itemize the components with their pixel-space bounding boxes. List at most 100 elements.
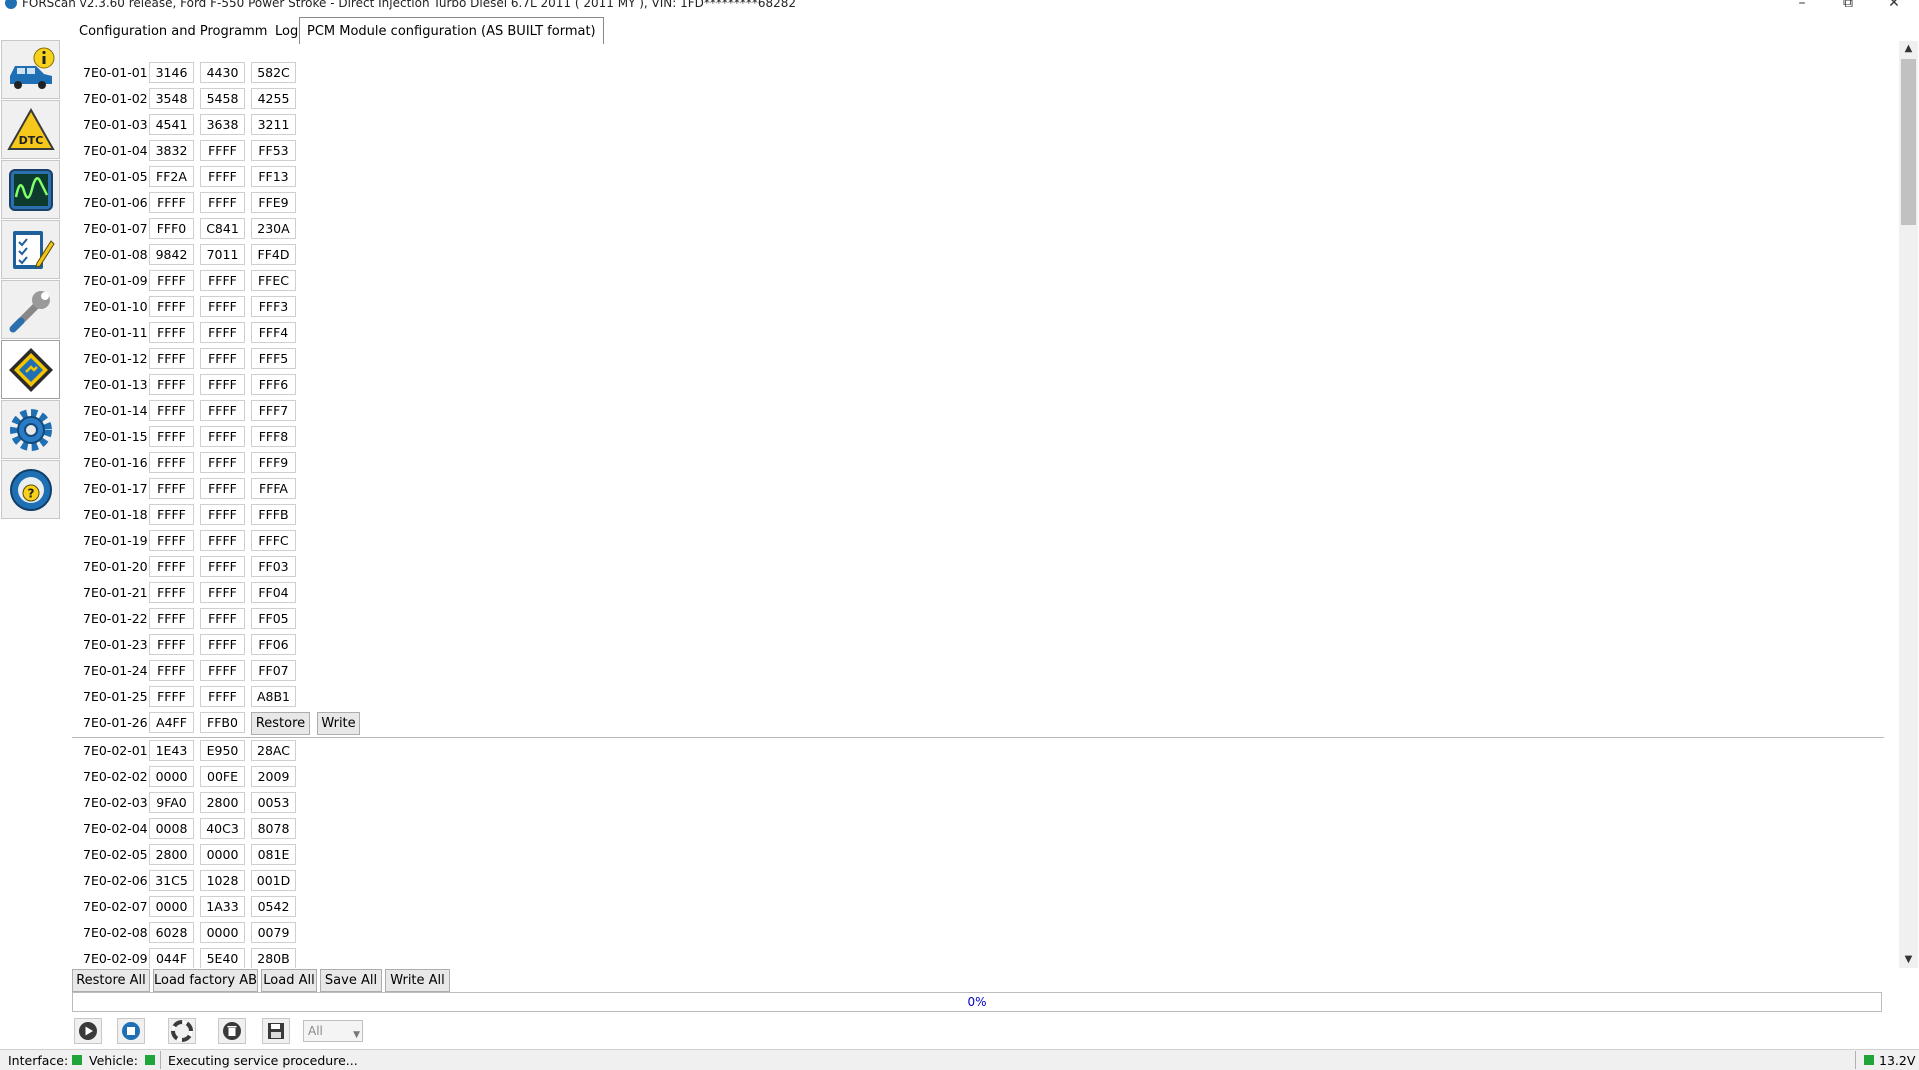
asbuilt-value-field[interactable]: FFFF [149,634,194,655]
asbuilt-value-field[interactable]: FFFB [251,504,296,525]
asbuilt-value-field[interactable]: 00FE [200,766,245,787]
asbuilt-value-field[interactable]: FFF0 [149,218,194,239]
asbuilt-value-field[interactable]: 1E43 [149,740,194,761]
stop-button[interactable] [117,1018,145,1044]
asbuilt-value-field[interactable]: FFE9 [251,192,296,213]
asbuilt-value-field[interactable]: FFFF [149,478,194,499]
asbuilt-value-field[interactable]: FFFF [200,556,245,577]
asbuilt-value-field[interactable]: FFFA [251,478,296,499]
asbuilt-value-field[interactable]: FF03 [251,556,296,577]
asbuilt-value-field[interactable]: FFF8 [251,426,296,447]
asbuilt-value-field[interactable]: FFFF [200,582,245,603]
restore-button[interactable]: Restore [251,712,310,735]
sidebar-checklist-button[interactable] [1,220,60,279]
asbuilt-value-field[interactable]: FFFF [200,686,245,707]
asbuilt-value-field[interactable]: FFFF [200,634,245,655]
asbuilt-value-field[interactable]: 280B [251,948,296,968]
asbuilt-value-field[interactable]: 044F [149,948,194,968]
scrollbar-thumb[interactable] [1901,59,1916,225]
clear-button[interactable] [218,1018,246,1044]
asbuilt-value-field[interactable]: FFF4 [251,322,296,343]
sidebar-help-button[interactable]: ? [1,460,60,519]
asbuilt-value-field[interactable]: FFFF [149,686,194,707]
asbuilt-value-field[interactable]: 2800 [200,792,245,813]
asbuilt-value-field[interactable]: FFFF [149,400,194,421]
asbuilt-value-field[interactable]: 31C5 [149,870,194,891]
asbuilt-value-field[interactable]: FF07 [251,660,296,681]
asbuilt-value-field[interactable]: 0079 [251,922,296,943]
asbuilt-value-field[interactable]: A8B1 [251,686,296,707]
asbuilt-value-field[interactable]: 5458 [200,88,245,109]
asbuilt-value-field[interactable]: FFFF [149,582,194,603]
load-all-button[interactable]: Load All [261,969,317,992]
asbuilt-value-field[interactable]: 7011 [200,244,245,265]
asbuilt-value-field[interactable]: 081E [251,844,296,865]
asbuilt-value-field[interactable]: FFF3 [251,296,296,317]
asbuilt-value-field[interactable]: FFB0 [200,712,245,733]
sidebar-service-functions-button[interactable] [1,280,60,339]
sidebar-dtc-button[interactable]: DTC [1,100,60,159]
asbuilt-value-field[interactable]: E950 [200,740,245,761]
asbuilt-value-field[interactable]: FFEC [251,270,296,291]
asbuilt-value-field[interactable]: 3638 [200,114,245,135]
asbuilt-value-field[interactable]: FFFF [200,426,245,447]
asbuilt-value-field[interactable]: FFFF [149,556,194,577]
sidebar-module-programming-button[interactable] [1,340,60,399]
asbuilt-value-field[interactable]: 0000 [200,844,245,865]
asbuilt-value-field[interactable]: 0000 [149,766,194,787]
asbuilt-value-field[interactable]: 3211 [251,114,296,135]
asbuilt-value-field[interactable]: FFFF [149,504,194,525]
asbuilt-value-field[interactable]: 3832 [149,140,194,161]
asbuilt-value-field[interactable]: C841 [200,218,245,239]
write-all-button[interactable]: Write All [385,969,450,992]
asbuilt-value-field[interactable]: 9842 [149,244,194,265]
asbuilt-value-field[interactable]: 28AC [251,740,296,761]
asbuilt-value-field[interactable]: 3146 [149,62,194,83]
asbuilt-value-field[interactable]: 1A33 [200,896,245,917]
help-lifebuoy-button[interactable] [168,1018,196,1044]
maximize-icon[interactable]: ⧉ [1838,0,1858,11]
asbuilt-value-field[interactable]: 6028 [149,922,194,943]
asbuilt-value-field[interactable]: 0000 [200,922,245,943]
asbuilt-value-field[interactable]: FFFF [149,374,194,395]
asbuilt-value-field[interactable]: FF05 [251,608,296,629]
asbuilt-value-field[interactable]: 0542 [251,896,296,917]
asbuilt-value-field[interactable]: FF53 [251,140,296,161]
asbuilt-value-field[interactable]: 0000 [149,896,194,917]
asbuilt-value-field[interactable]: FFF6 [251,374,296,395]
asbuilt-value-field[interactable]: 40C3 [200,818,245,839]
asbuilt-value-field[interactable]: 9FA0 [149,792,194,813]
asbuilt-value-field[interactable]: 8078 [251,818,296,839]
filter-select[interactable]: All ▼ [303,1020,363,1042]
asbuilt-value-field[interactable]: FFFF [149,322,194,343]
asbuilt-value-field[interactable]: FF13 [251,166,296,187]
asbuilt-value-field[interactable]: FFFF [200,530,245,551]
asbuilt-value-field[interactable]: FFFF [149,452,194,473]
asbuilt-value-field[interactable]: 2800 [149,844,194,865]
sidebar-oscilloscope-button[interactable] [1,160,60,219]
asbuilt-value-field[interactable]: FFFF [200,322,245,343]
asbuilt-value-field[interactable]: FFFF [200,478,245,499]
asbuilt-value-field[interactable]: FFFF [200,452,245,473]
asbuilt-value-field[interactable]: FFFF [149,608,194,629]
scroll-up-icon[interactable]: ▲ [1899,41,1918,57]
asbuilt-value-field[interactable]: FF2A [149,166,194,187]
asbuilt-value-field[interactable]: FFFF [200,400,245,421]
scroll-down-icon[interactable]: ▼ [1899,952,1918,968]
sidebar-vehicle-info-button[interactable] [1,40,60,99]
restore-all-button[interactable]: Restore All [72,969,150,992]
asbuilt-value-field[interactable]: 582C [251,62,296,83]
write-button[interactable]: Write [317,712,360,735]
asbuilt-value-field[interactable]: FFF5 [251,348,296,369]
asbuilt-value-field[interactable]: FF4D [251,244,296,265]
asbuilt-value-field[interactable]: 4541 [149,114,194,135]
asbuilt-value-field[interactable]: 5E40 [200,948,245,968]
asbuilt-value-field[interactable]: FFFF [149,296,194,317]
asbuilt-value-field[interactable]: 230A [251,218,296,239]
asbuilt-value-field[interactable]: 1028 [200,870,245,891]
asbuilt-value-field[interactable]: FFFF [149,660,194,681]
sidebar-settings-button[interactable] [1,400,60,459]
load-factory-ab-button[interactable]: Load factory AB [153,969,258,992]
asbuilt-value-field[interactable]: FFFF [149,270,194,291]
asbuilt-value-field[interactable]: FFFF [200,166,245,187]
